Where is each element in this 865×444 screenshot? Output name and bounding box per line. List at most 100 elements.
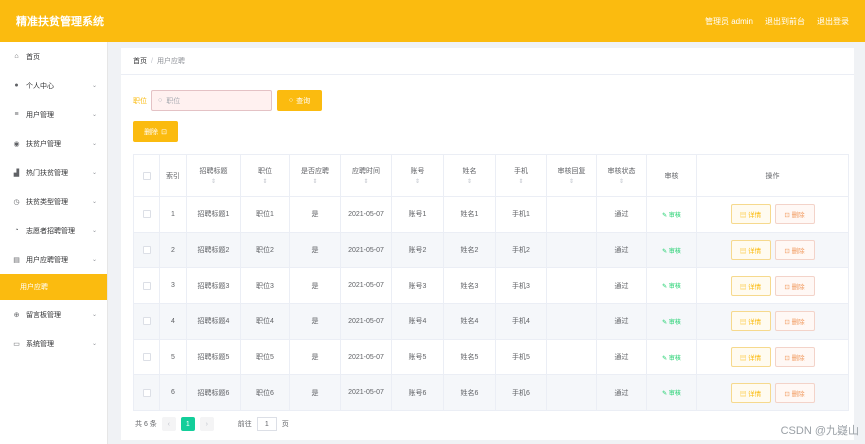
- detail-button[interactable]: ▤ 详情: [730, 204, 771, 225]
- table-row: 6 招聘标题6 职位6 是 2021-05-07 账号6 姓名6 手机6 通过 ✎ 审核 ▤ 详情 ⊡…: [133, 374, 849, 412]
- column-header[interactable]: 招聘标题 ⇕: [186, 154, 241, 197]
- sidebar-item-top-0[interactable]: ⌂ 首页: [0, 42, 107, 71]
- row-checkbox-cell[interactable]: [133, 196, 160, 233]
- column-header[interactable]: 是否应聘 ⇕: [289, 154, 341, 197]
- delete-button[interactable]: ⊡ 删除: [774, 347, 815, 368]
- search-icon: ○: [158, 97, 163, 104]
- column-header[interactable]: 账号 ⇕: [391, 154, 444, 197]
- sidebar-item-label: 志愿者招聘管理: [26, 227, 75, 235]
- sidebar-item-bottom-0[interactable]: ⊕ 留言板管理 ⌄: [0, 300, 107, 329]
- sort-icon[interactable]: ⇕: [290, 178, 340, 185]
- cell-account: 账号4: [391, 303, 444, 340]
- delete-button[interactable]: ⊡ 删除: [774, 240, 815, 261]
- sidebar-item-top-4[interactable]: ▟ 热门扶贫管理 ⌄: [0, 158, 107, 187]
- audit-link[interactable]: ✎ 审核: [662, 213, 681, 219]
- row-checkbox-cell[interactable]: [133, 267, 160, 305]
- select-all-checkbox[interactable]: [142, 171, 151, 180]
- search-button[interactable]: ○ 查询: [277, 90, 322, 111]
- column-header[interactable]: 索引: [159, 154, 187, 197]
- cell-account: 账号2: [391, 231, 444, 269]
- column-header[interactable]: 职位 ⇕: [240, 154, 290, 197]
- cell-position: 职位5: [240, 338, 290, 376]
- column-header[interactable]: 审核回复 ⇕: [546, 154, 597, 197]
- select-all-checkbox-cell[interactable]: [133, 154, 160, 197]
- column-header-label: 审核回复: [557, 168, 586, 175]
- row-checkbox[interactable]: [142, 281, 151, 290]
- sidebar-item-top-3[interactable]: ◉ 扶贫户管理 ⌄: [0, 129, 107, 158]
- sidebar-item-top-5[interactable]: ◷ 扶贫类型管理 ⌄: [0, 187, 107, 216]
- cell-status: 通过: [596, 303, 647, 340]
- sort-icon[interactable]: ⇕: [392, 178, 443, 185]
- table-row: 1 招聘标题1 职位1 是 2021-05-07 账号1 姓名1 手机1 通过 ✎ 审核 ▤ 详情 ⊡…: [133, 196, 849, 233]
- column-header[interactable]: 应聘时间 ⇕: [340, 154, 392, 197]
- cell-audit: ✎ 审核: [646, 338, 697, 376]
- column-header-label: 是否应聘: [301, 168, 329, 175]
- audit-link[interactable]: ✎ 审核: [662, 391, 681, 397]
- cell-index: 6: [159, 374, 187, 412]
- page-number-current[interactable]: 1: [180, 417, 195, 431]
- row-checkbox[interactable]: [142, 388, 151, 397]
- header-links: 管理员 admin 退出到前台 退出登录: [705, 16, 849, 27]
- column-header[interactable]: 操作: [696, 154, 849, 197]
- prev-page-button[interactable]: ‹: [161, 417, 176, 431]
- audit-link[interactable]: ✎ 审核: [662, 249, 681, 255]
- admin-user-link[interactable]: 管理员 admin: [705, 16, 753, 27]
- audit-link[interactable]: ✎ 审核: [662, 320, 681, 326]
- delete-button[interactable]: ⊡ 删除: [774, 311, 815, 332]
- clock-icon: ◷: [13, 198, 20, 206]
- cell-index: 2: [159, 231, 187, 269]
- sort-icon[interactable]: ⇕: [187, 178, 240, 185]
- sidebar-item-top-1[interactable]: ● 个人中心 ⌄: [0, 71, 107, 100]
- column-header[interactable]: 姓名 ⇕: [443, 154, 496, 197]
- delete-button[interactable]: ⊡ 删除: [774, 382, 815, 403]
- sidebar-subitem-user-application[interactable]: 用户应聘: [0, 274, 107, 300]
- row-checkbox[interactable]: [142, 210, 151, 219]
- cell-position: 职位2: [240, 231, 290, 269]
- location-icon: ◉: [13, 140, 20, 148]
- detail-button[interactable]: ▤ 详情: [730, 240, 771, 261]
- row-checkbox-cell[interactable]: [133, 231, 160, 269]
- column-header[interactable]: 审核状态 ⇕: [596, 154, 647, 197]
- breadcrumb-home[interactable]: 首页: [133, 58, 147, 65]
- detail-button[interactable]: ▤ 详情: [730, 382, 771, 403]
- sidebar-item-top-2[interactable]: ≡ 用户管理 ⌄: [0, 100, 107, 129]
- sort-icon[interactable]: ⇕: [241, 178, 289, 185]
- detail-button[interactable]: ▤ 详情: [730, 347, 771, 368]
- row-checkbox[interactable]: [142, 353, 151, 362]
- chevron-down-icon: ⌄: [91, 83, 97, 89]
- logout-link[interactable]: 退出登录: [817, 16, 849, 27]
- detail-button[interactable]: ▤ 详情: [730, 275, 771, 296]
- row-checkbox-cell[interactable]: [133, 303, 160, 340]
- batch-delete-button[interactable]: 删除 ⊡: [133, 121, 178, 142]
- search-input[interactable]: ○ 职位: [151, 90, 272, 111]
- row-checkbox[interactable]: [142, 246, 151, 255]
- detail-button[interactable]: ▤ 详情: [730, 311, 771, 332]
- sort-icon[interactable]: ⇕: [341, 178, 391, 185]
- row-checkbox-cell[interactable]: [133, 338, 160, 376]
- audit-link[interactable]: ✎ 审核: [662, 356, 681, 362]
- column-header[interactable]: 手机 ⇕: [495, 154, 547, 197]
- sort-icon[interactable]: ⇕: [496, 178, 546, 185]
- row-checkbox[interactable]: [142, 317, 151, 326]
- delete-button[interactable]: ⊡ 删除: [774, 275, 815, 296]
- sort-icon[interactable]: ⇕: [547, 178, 596, 185]
- column-header-label: 招聘标题: [199, 168, 228, 175]
- audit-link[interactable]: ✎ 审核: [662, 284, 681, 290]
- cell-position: 职位4: [240, 303, 290, 340]
- back-to-front-link[interactable]: 退出到前台: [765, 16, 805, 27]
- table-row: 2 招聘标题2 职位2 是 2021-05-07 账号2 姓名2 手机2 通过 ✎ 审核 ▤ 详情 ⊡…: [133, 231, 849, 269]
- next-page-button[interactable]: ›: [199, 417, 214, 431]
- sort-icon[interactable]: ⇕: [597, 178, 646, 185]
- cell-status: 通过: [596, 267, 647, 305]
- delete-button[interactable]: ⊡ 删除: [774, 204, 815, 225]
- sidebar-item-top-6[interactable]: ◔ 志愿者招聘管理 ⌄: [0, 216, 107, 245]
- goto-page-input[interactable]: 1: [256, 417, 277, 431]
- cell-status: 通过: [596, 231, 647, 269]
- row-checkbox-cell[interactable]: [133, 374, 160, 412]
- goto-suffix: 页: [281, 421, 289, 428]
- column-header[interactable]: 审核: [646, 154, 697, 197]
- chevron-down-icon: ⌄: [91, 199, 97, 205]
- sort-icon[interactable]: ⇕: [444, 178, 495, 185]
- sidebar-item-top-7[interactable]: ▤ 用户应聘管理 ⌄: [0, 245, 107, 274]
- sidebar-item-bottom-1[interactable]: ▭ 系统管理 ⌄: [0, 329, 107, 358]
